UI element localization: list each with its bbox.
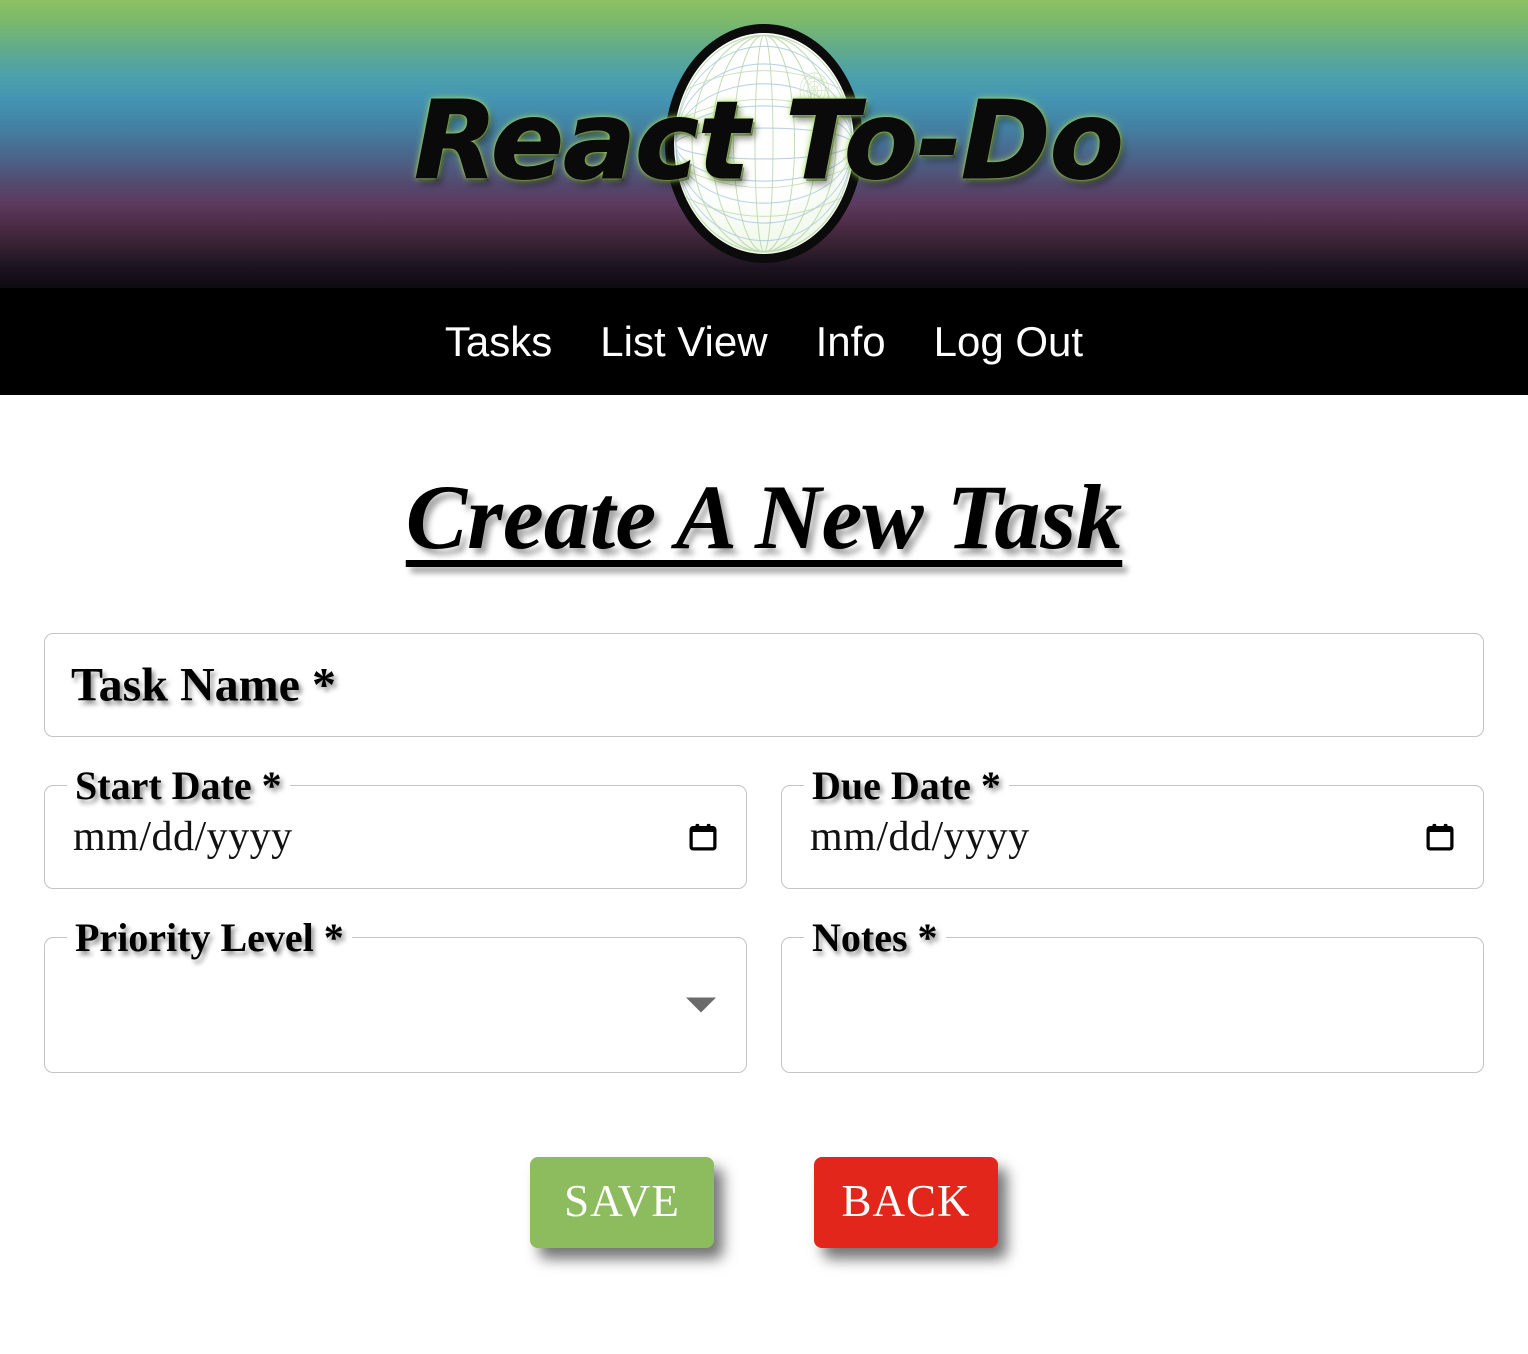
app-header-banner: React To-Do xyxy=(0,0,1528,288)
page-title: Create A New Task xyxy=(405,466,1123,568)
form-row-priority-notes: Priority Level * Notes * xyxy=(44,914,1484,1073)
form-row-task-name: Task Name * xyxy=(44,632,1484,737)
logo-stack: React To-Do xyxy=(414,0,1125,288)
form-col-task-name: Task Name * xyxy=(44,632,1484,737)
nav-link-list-view[interactable]: List View xyxy=(596,319,771,365)
chevron-down-icon[interactable] xyxy=(686,997,716,1013)
task-name-field[interactable]: Task Name * xyxy=(44,632,1484,737)
back-button[interactable]: BACK xyxy=(814,1156,998,1248)
start-date-label: Start Date * xyxy=(67,762,290,809)
form-col-priority: Priority Level * xyxy=(44,914,747,1073)
nav-link-tasks[interactable]: Tasks xyxy=(441,319,556,365)
notes-field[interactable]: Notes * xyxy=(781,914,1484,1073)
form-col-start-date: Start Date * mm/dd/yyyy xyxy=(44,762,747,889)
save-button[interactable]: SAVE xyxy=(530,1156,714,1248)
start-date-field[interactable]: Start Date * mm/dd/yyyy xyxy=(44,762,747,889)
form-actions: SAVE BACK xyxy=(44,1156,1484,1288)
nav-link-log-out[interactable]: Log Out xyxy=(930,319,1087,365)
task-name-label: Task Name * xyxy=(71,658,336,712)
start-date-placeholder: mm/dd/yyyy xyxy=(73,813,293,860)
app-logo-text: React To-Do xyxy=(414,79,1125,204)
main-content: Create A New Task Task Name * Start Date… xyxy=(0,395,1528,1288)
calendar-icon[interactable] xyxy=(688,821,718,852)
form-row-dates: Start Date * mm/dd/yyyy Due Date * mm/dd… xyxy=(44,762,1484,889)
create-task-form: Task Name * Start Date * mm/dd/yyyy Due … xyxy=(0,632,1528,1288)
due-date-field[interactable]: Due Date * mm/dd/yyyy xyxy=(781,762,1484,889)
due-date-placeholder: mm/dd/yyyy xyxy=(810,813,1030,860)
form-col-notes: Notes * xyxy=(781,914,1484,1073)
logo-container: React To-Do xyxy=(0,0,1528,288)
notes-label: Notes * xyxy=(804,914,946,961)
form-col-due-date: Due Date * mm/dd/yyyy xyxy=(781,762,1484,889)
main-navigation-bar: Tasks List View Info Log Out xyxy=(0,288,1528,395)
nav-link-info[interactable]: Info xyxy=(812,319,890,365)
due-date-label: Due Date * xyxy=(804,762,1009,809)
priority-level-select[interactable]: Priority Level * xyxy=(44,914,747,1073)
calendar-icon[interactable] xyxy=(1425,821,1455,852)
priority-level-label: Priority Level * xyxy=(67,914,352,961)
